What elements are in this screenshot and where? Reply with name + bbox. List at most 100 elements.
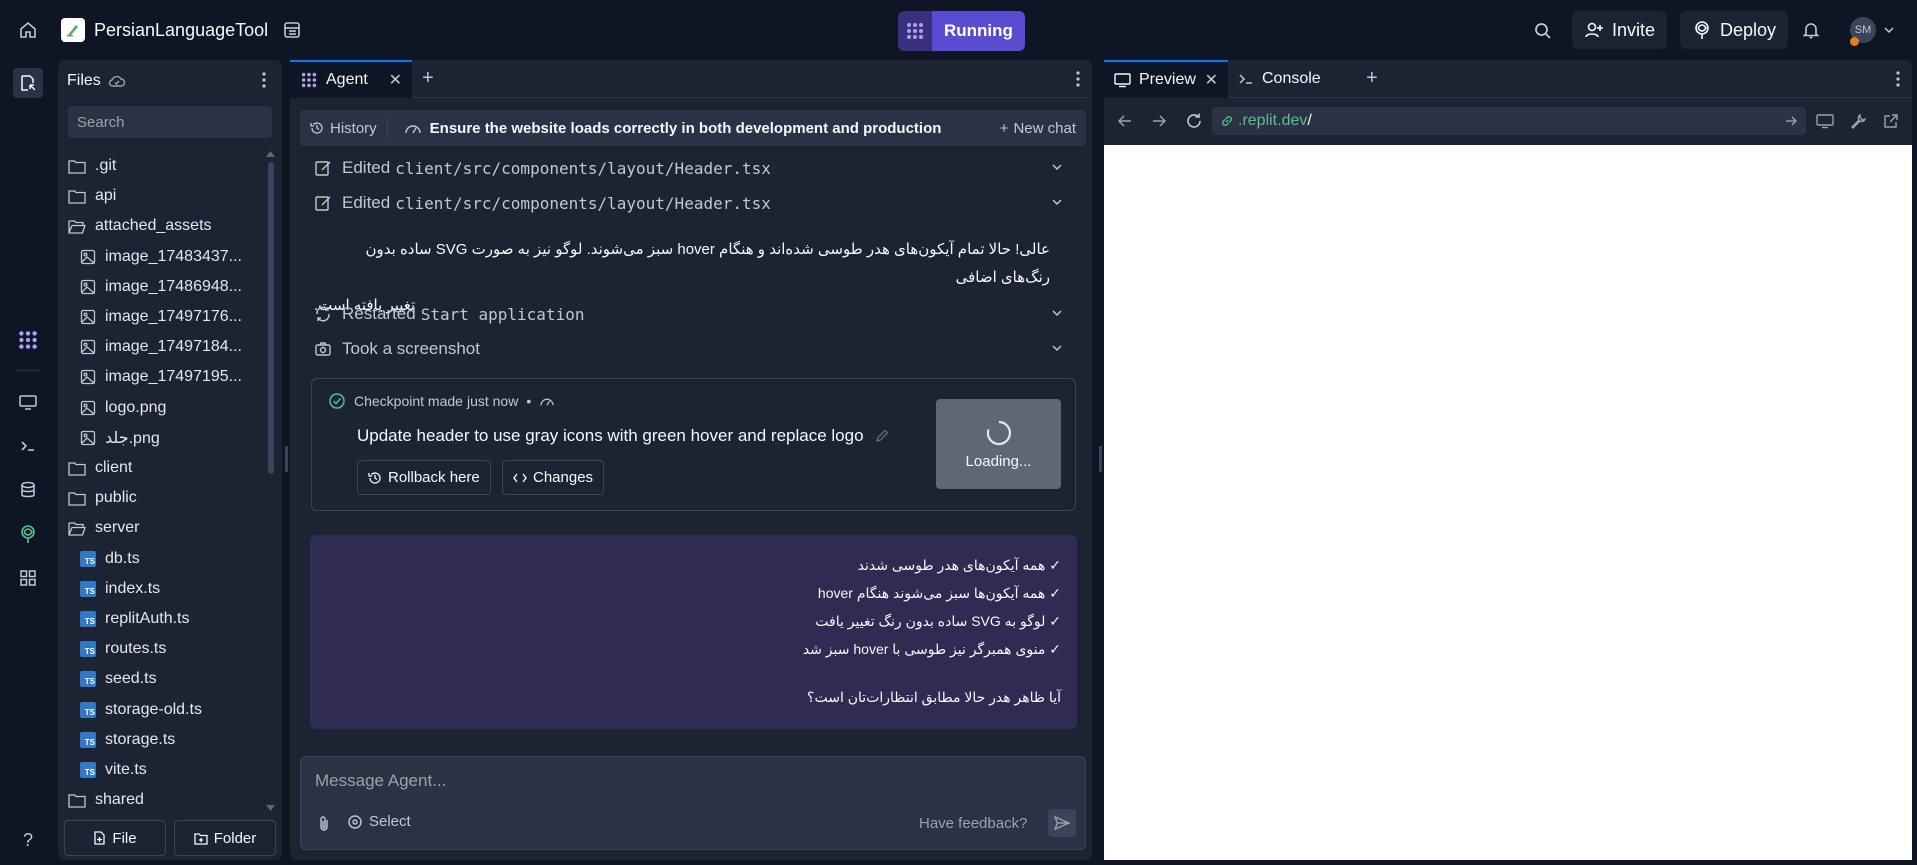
file-tree-item[interactable]: client — [68, 454, 132, 482]
file-tree-item[interactable]: TS replitAuth.ts — [80, 605, 189, 633]
add-tab-icon[interactable]: + — [412, 60, 444, 98]
file-tree-scroll-thumb[interactable] — [268, 162, 274, 474]
file-name: storage.ts — [105, 730, 176, 748]
file-tree-item[interactable]: server — [68, 514, 139, 542]
typescript-file-icon: TS — [80, 701, 96, 718]
preview-menu-icon[interactable] — [1884, 65, 1912, 93]
file-tree-item[interactable]: جلد.png — [80, 424, 160, 452]
paperclip-icon[interactable] — [313, 813, 335, 835]
forward-arrow-icon[interactable] — [1148, 110, 1170, 132]
chevron-down-icon[interactable] — [1882, 23, 1896, 37]
deployments-icon[interactable] — [14, 520, 42, 548]
action-edited-2[interactable]: Edited client/src/components/layout/Head… — [314, 188, 1074, 218]
image-file-icon — [80, 430, 96, 446]
file-tree-item[interactable]: TS db.ts — [80, 545, 140, 573]
tab-preview[interactable]: Preview ✕ — [1104, 59, 1228, 98]
file-tree-item[interactable]: TS seed.ts — [80, 665, 157, 693]
run-status-label[interactable]: Running — [932, 11, 1025, 51]
chevron-down-icon[interactable] — [1050, 195, 1064, 209]
devtools-wrench-icon[interactable] — [1847, 110, 1869, 132]
restart-icon — [314, 305, 332, 323]
panel-resize-handle[interactable] — [1099, 446, 1102, 472]
tab-agent[interactable]: Agent ✕ — [290, 59, 412, 98]
agent-tabbar: Agent ✕ + — [290, 59, 1092, 98]
invite-button[interactable]: Invite — [1572, 11, 1668, 49]
file-tree-item[interactable]: image_17497195... — [80, 363, 242, 391]
chevron-down-icon[interactable] — [1050, 160, 1064, 174]
file-tree-item[interactable]: TS vite.ts — [80, 756, 147, 784]
stop-icon[interactable] — [898, 11, 932, 51]
cloud-sync-icon[interactable] — [108, 72, 126, 90]
file-tree-item[interactable]: logo.png — [80, 394, 166, 422]
action-edited-1[interactable]: Edited client/src/components/layout/Head… — [314, 153, 1074, 183]
chevron-down-icon[interactable] — [1050, 341, 1064, 355]
folder-icon — [68, 461, 86, 476]
open-new-tab-icon[interactable] — [1880, 110, 1902, 132]
new-folder-button[interactable]: Folder — [174, 820, 276, 856]
file-search-input[interactable]: Search — [68, 106, 272, 138]
file-tree-item[interactable]: image_17497184... — [80, 333, 242, 361]
file-tree-item[interactable]: image_17497176... — [80, 303, 242, 331]
tab-console[interactable]: Console — [1228, 60, 1352, 98]
file-tree-item[interactable]: TS storage-old.ts — [80, 696, 202, 724]
add-tab-icon[interactable]: + — [1352, 60, 1388, 98]
file-tree-item[interactable]: shared — [68, 786, 144, 812]
files-menu-icon[interactable] — [254, 70, 274, 90]
pencil-icon[interactable] — [874, 428, 890, 444]
console-tool-icon[interactable] — [14, 432, 42, 460]
all-tools-icon[interactable] — [14, 564, 42, 592]
preview-viewport[interactable] — [1104, 145, 1912, 860]
go-arrow-icon[interactable] — [1784, 115, 1798, 127]
file-tree-scrollbar[interactable] — [265, 148, 276, 814]
bell-icon[interactable] — [1798, 17, 1824, 43]
file-tree-item[interactable]: TS storage.ts — [80, 726, 175, 754]
rollback-button[interactable]: Rollback here — [357, 460, 491, 495]
folder-icon — [68, 793, 86, 808]
file-tree-item[interactable]: image_17483437... — [80, 243, 242, 271]
url-bar[interactable]: .replit.dev / — [1212, 107, 1806, 135]
file-tree-item[interactable]: api — [68, 182, 116, 210]
file-tree-item[interactable]: attached_assets — [68, 212, 212, 240]
action-screenshot[interactable]: Took a screenshot — [314, 334, 1074, 364]
url-domain: .replit.dev — [1238, 112, 1308, 129]
send-button[interactable] — [1048, 809, 1076, 837]
database-icon[interactable] — [14, 476, 42, 504]
panel-resize-handle[interactable] — [285, 446, 288, 472]
device-icon[interactable] — [1814, 110, 1836, 132]
checkpoint-title: Update header to use gray icons with gre… — [357, 426, 890, 446]
chat-title[interactable]: Ensure the website loads correctly in bo… — [388, 120, 941, 137]
run-button[interactable]: Running — [898, 11, 1025, 51]
file-tree-item[interactable]: .git — [68, 152, 116, 180]
reload-icon[interactable] — [1183, 110, 1205, 132]
screenshot-thumbnail[interactable]: Loading... — [936, 399, 1061, 489]
message-input[interactable]: Message Agent... — [315, 771, 446, 791]
agent-tool-icon[interactable] — [14, 326, 42, 354]
close-icon[interactable]: ✕ — [1205, 70, 1218, 90]
new-chat-button[interactable]: + New chat — [1000, 120, 1086, 137]
file-tree-item[interactable]: public — [68, 484, 137, 512]
file-tree-item[interactable]: TS routes.ts — [80, 635, 166, 663]
back-arrow-icon[interactable] — [1114, 110, 1136, 132]
action-restarted[interactable]: Restarted Start application — [314, 299, 1074, 329]
feedback-link[interactable]: Have feedback? — [919, 815, 1027, 832]
checkpoint-time: just now — [466, 393, 519, 409]
home-icon[interactable] — [14, 16, 42, 44]
select-element-button[interactable]: Select — [347, 813, 411, 830]
new-file-button[interactable]: File — [64, 820, 166, 856]
file-tree-item[interactable]: TS index.ts — [80, 575, 160, 603]
search-icon[interactable] — [1530, 18, 1556, 44]
help-icon[interactable]: ? — [14, 826, 42, 854]
workspace-layout-icon[interactable] — [280, 18, 304, 42]
files-tool-icon[interactable] — [13, 68, 43, 98]
file-tree-item[interactable]: image_17486948... — [80, 273, 242, 301]
agent-menu-icon[interactable] — [1064, 65, 1092, 93]
changes-button[interactable]: Changes — [502, 460, 605, 495]
file-name: index.ts — [105, 579, 161, 597]
chevron-down-icon[interactable] — [1050, 306, 1064, 320]
close-icon[interactable]: ✕ — [389, 70, 402, 90]
deploy-button[interactable]: Deploy — [1680, 11, 1789, 49]
checkpoint-meta: Checkpoint made just now • — [328, 392, 555, 410]
history-button[interactable]: History — [300, 120, 387, 137]
preview-tool-icon[interactable] — [14, 388, 42, 416]
project-name[interactable]: PersianLanguageTool — [94, 20, 268, 41]
